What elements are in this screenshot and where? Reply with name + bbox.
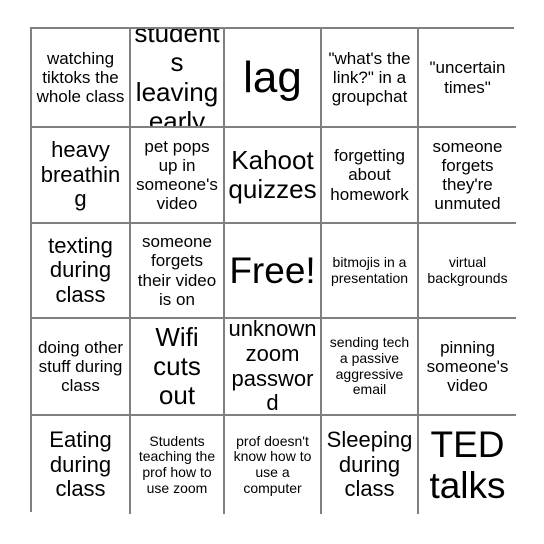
bingo-cell-label: someone forgets they're unmuted: [432, 136, 503, 214]
bingo-cell-label: unknown zoom password: [228, 319, 317, 416]
bingo-cell[interactable]: watching tiktoks the whole class: [32, 29, 131, 128]
bingo-cell-label: Eating during class: [49, 427, 112, 502]
bingo-cell-label: sending tech a passive aggressive email: [329, 334, 410, 398]
bingo-cell[interactable]: Students teaching the prof how to use zo…: [131, 416, 225, 514]
bingo-cell-label: texting during class: [48, 232, 113, 307]
bingo-cell[interactable]: "what's the link?" in a groupchat: [322, 29, 419, 128]
bingo-cell[interactable]: forgetting about homework: [322, 128, 419, 224]
bingo-cell-label: doing other stuff during class: [37, 337, 124, 396]
bingo-cell-label: prof doesn't know how to use a computer: [233, 432, 312, 496]
bingo-cell[interactable]: Sleeping during class: [322, 416, 419, 514]
bingo-cell-label: Kahoot quizzes: [228, 144, 317, 204]
bingo-cell[interactable]: Eating during class: [32, 416, 131, 514]
bingo-cell-label: heavy breathing: [40, 137, 121, 212]
bingo-cell-label: Sleeping during class: [326, 427, 413, 502]
bingo-cell-label: lag: [243, 52, 302, 102]
bingo-cell-label: someone forgets their video is on: [137, 232, 217, 309]
bingo-cell[interactable]: sending tech a passive aggressive email: [322, 319, 419, 416]
bingo-cell-label: TED talks: [429, 423, 506, 506]
bingo-cell[interactable]: texting during class: [32, 224, 131, 319]
bingo-cell[interactable]: "uncertain times": [419, 29, 516, 128]
bingo-cell-label: students leaving early: [134, 29, 220, 128]
bingo-cell[interactable]: bitmojis in a presentation: [322, 224, 419, 319]
bingo-cell-free[interactable]: Free!: [225, 224, 322, 319]
bingo-cell[interactable]: TED talks: [419, 416, 516, 514]
bingo-cell-label: watching tiktoks the whole class: [36, 48, 125, 107]
bingo-card: watching tiktoks the whole class students…: [30, 27, 516, 514]
bingo-cell[interactable]: virtual backgrounds: [419, 224, 516, 319]
bingo-cell-label: Students teaching the prof how to use zo…: [138, 432, 216, 496]
bingo-cell-label: forgetting about homework: [330, 146, 409, 204]
bingo-cell[interactable]: pinning someone's video: [419, 319, 516, 416]
bingo-cell-label: "uncertain times": [429, 58, 506, 97]
bingo-cell[interactable]: Kahoot quizzes: [225, 128, 322, 224]
bingo-cell[interactable]: someone forgets their video is on: [131, 224, 225, 319]
bingo-cell[interactable]: heavy breathing: [32, 128, 131, 224]
bingo-cell[interactable]: someone forgets they're unmuted: [419, 128, 516, 224]
bingo-cell-label: bitmojis in a presentation: [330, 253, 409, 286]
bingo-cell-label: "what's the link?" in a groupchat: [328, 48, 411, 107]
bingo-cell[interactable]: doing other stuff during class: [32, 319, 131, 416]
bingo-cell[interactable]: unknown zoom password: [225, 319, 322, 416]
bingo-cell[interactable]: pet pops up in someone's video: [131, 128, 225, 224]
bingo-cell[interactable]: lag: [225, 29, 322, 128]
bingo-cell[interactable]: Wifi cuts out: [131, 319, 225, 416]
bingo-cell-label: Wifi cuts out: [153, 321, 201, 411]
bingo-cell[interactable]: students leaving early: [131, 29, 225, 128]
bingo-cell-label: pinning someone's video: [426, 337, 509, 396]
bingo-cell-label: pet pops up in someone's video: [136, 136, 218, 214]
bingo-cell-label: Free!: [229, 249, 316, 291]
bingo-cell[interactable]: prof doesn't know how to use a computer: [225, 416, 322, 514]
bingo-cell-label: virtual backgrounds: [427, 253, 508, 286]
